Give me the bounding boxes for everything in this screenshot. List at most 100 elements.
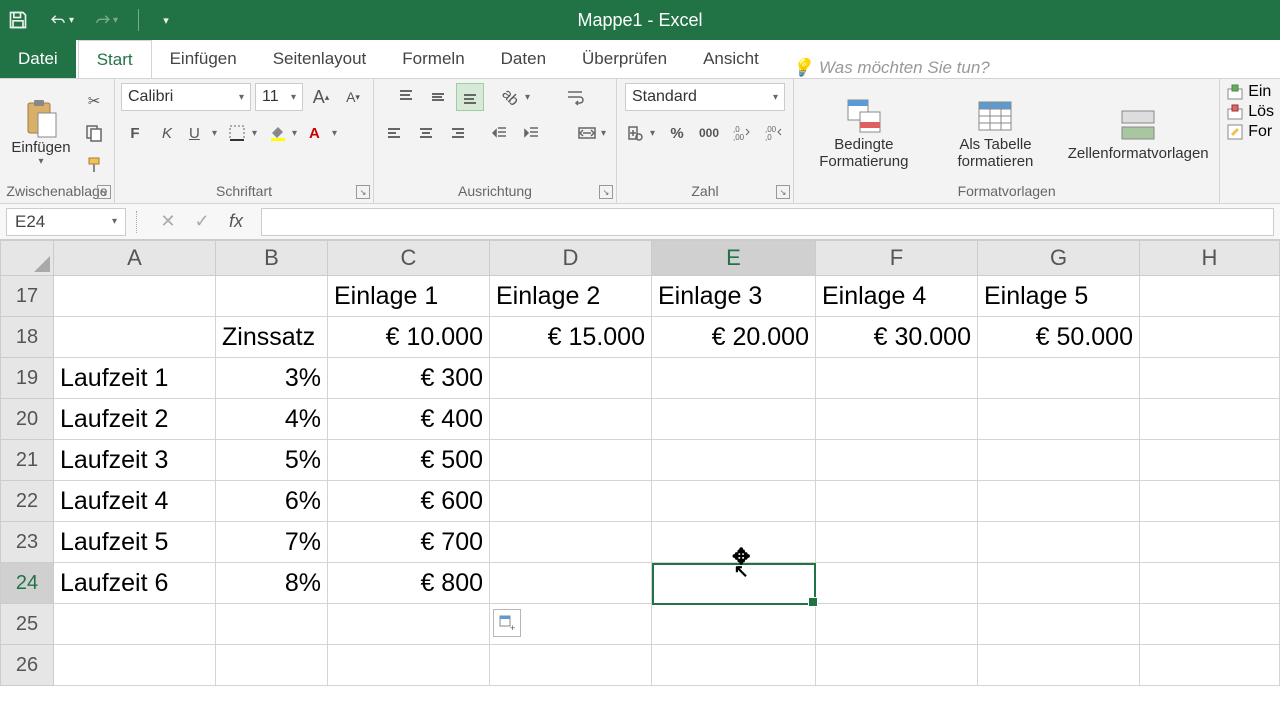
fx-icon[interactable]: fx <box>223 211 249 232</box>
cell-F20[interactable] <box>816 399 978 440</box>
cell-D23[interactable] <box>490 522 652 563</box>
cell-E20[interactable] <box>652 399 816 440</box>
format-painter-icon[interactable] <box>80 151 108 179</box>
cell-F24[interactable] <box>816 563 978 604</box>
cell-H25[interactable] <box>1140 604 1280 645</box>
cell-E23[interactable] <box>652 522 816 563</box>
col-header-F[interactable]: F <box>816 240 978 276</box>
merge-center-icon[interactable]: ▾ <box>574 119 610 147</box>
cell-A19[interactable]: Laufzeit 1 <box>54 358 216 399</box>
tab-formeln[interactable]: Formeln <box>384 40 482 78</box>
row-header-20[interactable]: 20 <box>0 399 54 440</box>
redo-icon[interactable]: ▾ <box>94 8 118 32</box>
select-all-triangle[interactable] <box>0 240 54 276</box>
increase-indent-icon[interactable] <box>518 119 546 147</box>
alignment-launcher[interactable]: ↘ <box>599 185 613 199</box>
name-box[interactable]: E24 ▾ <box>6 208 126 236</box>
cell-D24[interactable] <box>490 563 652 604</box>
cell-C18[interactable]: € 10.000 <box>328 317 490 358</box>
align-left-icon[interactable] <box>380 119 408 147</box>
cell-C17[interactable]: Einlage 1 <box>328 276 490 317</box>
cell-C26[interactable] <box>328 645 490 686</box>
cell-G21[interactable] <box>978 440 1140 481</box>
cell-G20[interactable] <box>978 399 1140 440</box>
cell-A21[interactable]: Laufzeit 3 <box>54 440 216 481</box>
tab-start[interactable]: Start <box>78 40 152 78</box>
undo-icon[interactable]: ▾ <box>50 8 74 32</box>
decrease-font-icon[interactable]: A▾ <box>339 83 367 111</box>
cell-styles-button[interactable]: Zellenformatvorlagen <box>1063 90 1213 176</box>
spreadsheet-grid[interactable]: ABCDEFGH17Einlage 1Einlage 2Einlage 3Ein… <box>0 240 1280 686</box>
enter-formula-icon[interactable]: ✓ <box>189 211 215 232</box>
cell-C21[interactable]: € 500 <box>328 440 490 481</box>
cell-A17[interactable] <box>54 276 216 317</box>
auto-fill-options-icon[interactable]: + <box>493 609 521 637</box>
cell-D26[interactable] <box>490 645 652 686</box>
cell-C19[interactable]: € 300 <box>328 358 490 399</box>
cell-E25[interactable] <box>652 604 816 645</box>
insert-cells-icon[interactable] <box>1226 83 1244 101</box>
cell-E22[interactable] <box>652 481 816 522</box>
cancel-formula-icon[interactable]: ✕ <box>155 211 181 232</box>
font-launcher[interactable]: ↘ <box>356 185 370 199</box>
cell-C20[interactable]: € 400 <box>328 399 490 440</box>
font-size-combo[interactable]: 11 ▾ <box>255 83 303 111</box>
cut-icon[interactable]: ✂ <box>80 87 108 115</box>
format-cells-icon[interactable] <box>1226 123 1244 141</box>
col-header-D[interactable]: D <box>490 240 652 276</box>
cell-H20[interactable] <box>1140 399 1280 440</box>
copy-icon[interactable] <box>80 119 108 147</box>
cell-H19[interactable] <box>1140 358 1280 399</box>
decrease-indent-icon[interactable] <box>486 119 514 147</box>
cell-F22[interactable] <box>816 481 978 522</box>
cell-G19[interactable] <box>978 358 1140 399</box>
cell-H17[interactable] <box>1140 276 1280 317</box>
fill-color-button[interactable]: ▾ <box>265 119 301 147</box>
row-header-18[interactable]: 18 <box>0 317 54 358</box>
borders-button[interactable]: ▾ <box>225 119 261 147</box>
cell-F18[interactable]: € 30.000 <box>816 317 978 358</box>
accounting-format-icon[interactable]: ▾ <box>623 119 659 147</box>
cell-E24[interactable] <box>652 563 816 604</box>
clipboard-launcher[interactable]: ↘ <box>97 185 111 199</box>
cell-B20[interactable]: 4% <box>216 399 328 440</box>
cell-B21[interactable]: 5% <box>216 440 328 481</box>
col-header-C[interactable]: C <box>328 240 490 276</box>
tab-seitenlayout[interactable]: Seitenlayout <box>255 40 385 78</box>
number-format-combo[interactable]: Standard ▾ <box>625 83 785 111</box>
tab-ueberpruefen[interactable]: Überprüfen <box>564 40 685 78</box>
paste-button[interactable]: Einfügen ▾ <box>6 90 76 176</box>
orientation-icon[interactable]: ab▾ <box>498 83 534 111</box>
cell-G23[interactable] <box>978 522 1140 563</box>
cell-B23[interactable]: 7% <box>216 522 328 563</box>
cell-H18[interactable] <box>1140 317 1280 358</box>
increase-font-icon[interactable]: A▴ <box>307 83 335 111</box>
cell-A20[interactable]: Laufzeit 2 <box>54 399 216 440</box>
col-header-G[interactable]: G <box>978 240 1140 276</box>
delete-cells-icon[interactable] <box>1226 103 1244 121</box>
save-icon[interactable] <box>6 8 30 32</box>
col-header-A[interactable]: A <box>54 240 216 276</box>
cell-G25[interactable] <box>978 604 1140 645</box>
row-header-21[interactable]: 21 <box>0 440 54 481</box>
tab-daten[interactable]: Daten <box>483 40 564 78</box>
format-as-table-button[interactable]: Als Tabelle formatieren <box>932 90 1059 176</box>
cell-D22[interactable] <box>490 481 652 522</box>
cell-D19[interactable] <box>490 358 652 399</box>
cell-F21[interactable] <box>816 440 978 481</box>
cell-D17[interactable]: Einlage 2 <box>490 276 652 317</box>
cell-C24[interactable]: € 800 <box>328 563 490 604</box>
cell-F19[interactable] <box>816 358 978 399</box>
align-center-icon[interactable] <box>412 119 440 147</box>
cell-E18[interactable]: € 20.000 <box>652 317 816 358</box>
cell-G24[interactable] <box>978 563 1140 604</box>
row-header-23[interactable]: 23 <box>0 522 54 563</box>
increase-decimal-icon[interactable]: ,0,00 <box>727 119 755 147</box>
cell-A18[interactable] <box>54 317 216 358</box>
cell-H24[interactable] <box>1140 563 1280 604</box>
font-color-button[interactable]: A ▾ <box>305 119 341 147</box>
italic-button[interactable]: K <box>153 119 181 147</box>
conditional-formatting-button[interactable]: Bedingte Formatierung <box>800 90 928 176</box>
qat-customize-icon[interactable]: ▾ <box>159 8 173 32</box>
cell-F23[interactable] <box>816 522 978 563</box>
